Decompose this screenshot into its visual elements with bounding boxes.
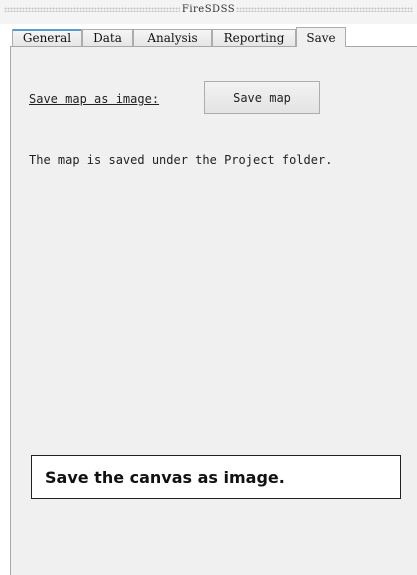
tab-save[interactable]: Save bbox=[296, 27, 346, 47]
tab-analysis[interactable]: Analysis bbox=[133, 29, 212, 46]
caption-box: Save the canvas as image. bbox=[31, 455, 401, 499]
save-map-button[interactable]: Save map bbox=[204, 81, 320, 114]
save-map-label: Save map as image: bbox=[29, 92, 160, 106]
tab-general[interactable]: General bbox=[12, 29, 82, 46]
save-location-info: The map is saved under the Project folde… bbox=[29, 153, 333, 167]
title-bar: FireSDSS bbox=[0, 0, 417, 24]
tab-bar: General Data Analysis Reporting Save bbox=[0, 24, 417, 47]
title-grip-right bbox=[236, 7, 413, 12]
tab-reporting[interactable]: Reporting bbox=[212, 29, 296, 46]
tab-data[interactable]: Data bbox=[82, 29, 133, 46]
